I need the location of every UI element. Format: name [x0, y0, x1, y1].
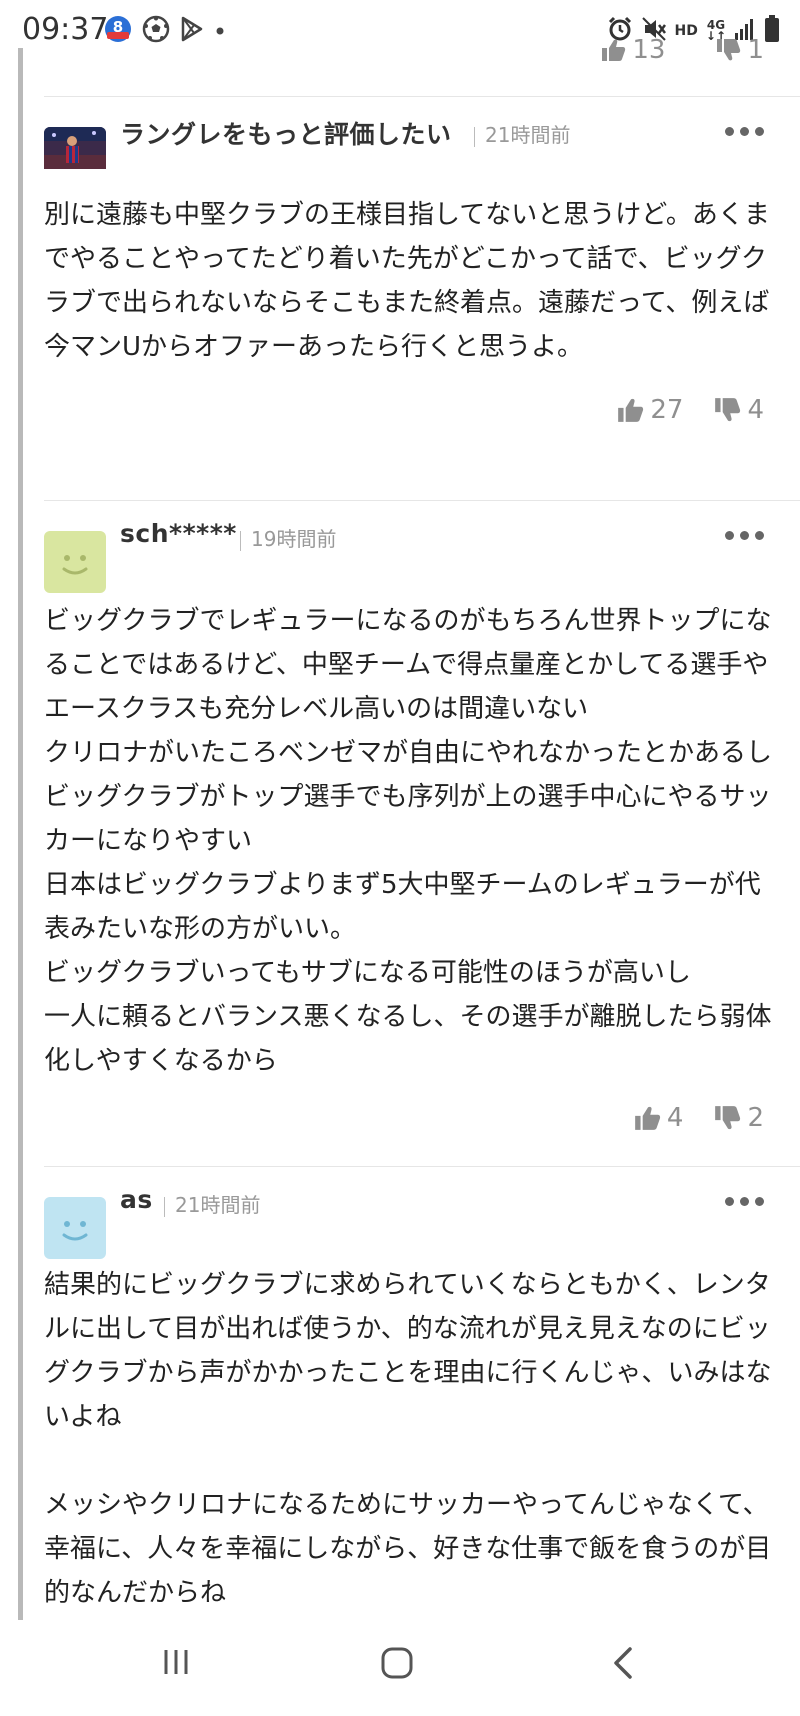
- like-button[interactable]: 27: [616, 395, 683, 425]
- dot-icon: [214, 22, 226, 41]
- thumbs-up-icon: [618, 398, 644, 422]
- clock: 09:37: [22, 12, 109, 47]
- smiley-avatar-icon: [44, 1197, 106, 1259]
- comment-text: ビッグクラブでレギュラーになるのがもちろん世界トップになることではあるけど、中堅…: [44, 606, 773, 1076]
- svg-text:8: 8: [113, 18, 123, 36]
- username[interactable]: sch*****: [120, 519, 237, 548]
- recent-apps-icon[interactable]: [160, 1646, 192, 1682]
- avatar[interactable]: [44, 127, 106, 189]
- comment-time: 21時間前: [164, 1189, 260, 1218]
- comment-time: 21時間前: [474, 119, 570, 148]
- previous-comment-votes: 13 1: [600, 38, 764, 62]
- dislike-button[interactable]: 1: [715, 38, 764, 62]
- home-icon[interactable]: [380, 1646, 414, 1684]
- soccer-ball-icon: [142, 15, 170, 47]
- more-options-button[interactable]: [725, 531, 764, 540]
- username[interactable]: ラングレをもっと評価したい: [120, 115, 452, 151]
- smiley-avatar-icon: [44, 531, 106, 593]
- like-button[interactable]: 13: [600, 38, 665, 62]
- comment-text: 別に遠藤も中堅クラブの王様目指してないと思うけど。あくまでやることやってたどり着…: [44, 200, 770, 362]
- comment-item: ラングレをもっと評価したい 21時間前 別に遠藤も中堅クラブの王様目指してないと…: [44, 96, 800, 497]
- battery-icon: [764, 15, 780, 47]
- thread-rail: [18, 48, 23, 1628]
- play-store-icon: [180, 16, 204, 46]
- comment-time: 19時間前: [240, 523, 336, 552]
- vote-row: 4 2: [633, 1103, 764, 1133]
- thumbs-up-icon: [602, 39, 626, 61]
- comment-text: 結果的にビッグクラブに求められていくならともかく、レンタルに出して目が出れば使う…: [44, 1270, 772, 1608]
- avatar[interactable]: [44, 1197, 106, 1259]
- app-8-icon: 8: [104, 15, 132, 47]
- hd-icon: HD: [674, 23, 698, 39]
- thumbs-down-icon: [717, 39, 741, 61]
- dislike-button[interactable]: 4: [713, 395, 764, 425]
- like-button[interactable]: 4: [633, 1103, 683, 1133]
- more-options-button[interactable]: [725, 1197, 764, 1206]
- thumbs-down-icon: [715, 398, 741, 422]
- username[interactable]: as: [120, 1185, 153, 1214]
- system-nav-bar: [0, 1620, 800, 1716]
- user-photo-icon: [44, 127, 106, 169]
- comment-item: as 21時間前 結果的にビッグクラブに求められていくならともかく、レンタルに出…: [44, 1166, 800, 1627]
- thumbs-down-icon: [715, 1106, 741, 1130]
- avatar[interactable]: [44, 531, 106, 593]
- notification-icons: 8: [104, 15, 226, 47]
- dislike-button[interactable]: 2: [713, 1103, 764, 1133]
- comment-item: sch***** 19時間前 ビッグクラブでレギュラーになるのがもちろん世界トッ…: [44, 500, 800, 1166]
- vote-row: 27 4: [616, 395, 764, 425]
- more-options-button[interactable]: [725, 127, 764, 136]
- thumbs-up-icon: [635, 1106, 661, 1130]
- back-icon[interactable]: [610, 1646, 636, 1684]
